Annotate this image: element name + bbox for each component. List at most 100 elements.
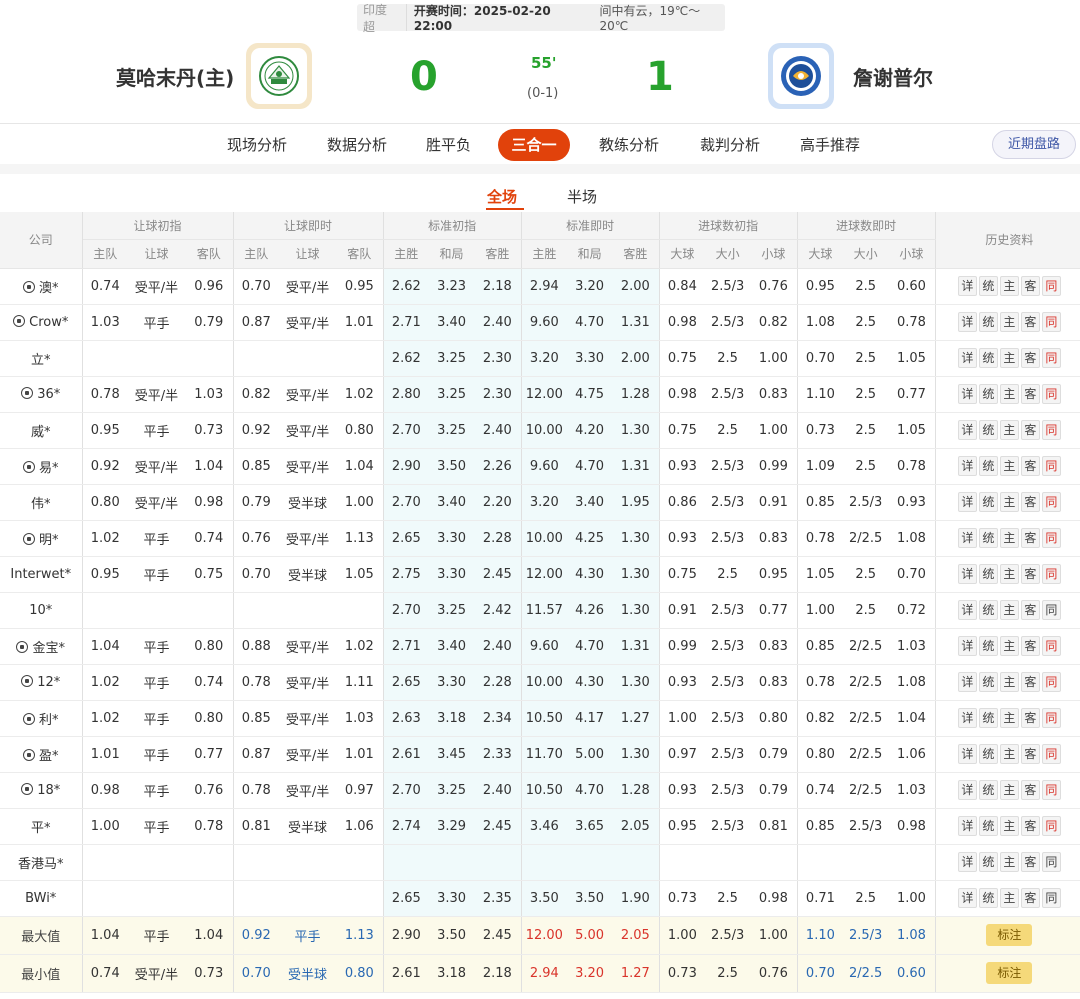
history-button[interactable]: 主 xyxy=(999,420,1019,440)
history-button[interactable]: 主 xyxy=(999,636,1019,656)
history-button[interactable]: 主 xyxy=(999,600,1019,620)
history-button[interactable]: 主 xyxy=(999,672,1019,692)
history-button[interactable]: 客 xyxy=(1020,708,1040,728)
history-button[interactable]: 客 xyxy=(1020,492,1040,512)
history-button[interactable]: 主 xyxy=(999,744,1019,764)
history-button[interactable]: 统 xyxy=(978,816,998,836)
history-button[interactable]: 详 xyxy=(957,456,977,476)
history-button[interactable]: 同 xyxy=(1041,384,1061,404)
subtab-half-time[interactable]: 半场 xyxy=(567,186,597,207)
history-button[interactable]: 统 xyxy=(978,384,998,404)
league-label[interactable]: 印度超 xyxy=(357,3,407,34)
history-button[interactable]: 统 xyxy=(978,852,998,872)
history-button[interactable]: 详 xyxy=(957,636,977,656)
company-cell[interactable]: BWi* xyxy=(0,880,83,917)
history-button[interactable]: 客 xyxy=(1020,636,1040,656)
history-button[interactable]: 详 xyxy=(957,384,977,404)
tab-three-in-one[interactable]: 三合一 xyxy=(498,129,570,161)
history-button[interactable]: 统 xyxy=(978,744,998,764)
history-button[interactable]: 主 xyxy=(999,348,1019,368)
history-button[interactable]: 详 xyxy=(957,780,977,800)
history-button[interactable]: 主 xyxy=(999,564,1019,584)
history-button[interactable]: 同 xyxy=(1041,888,1061,908)
history-button[interactable]: 统 xyxy=(978,888,998,908)
history-button[interactable]: 同 xyxy=(1041,852,1061,872)
history-button[interactable]: 主 xyxy=(999,888,1019,908)
history-button[interactable]: 客 xyxy=(1020,528,1040,548)
history-button[interactable]: 客 xyxy=(1020,600,1040,620)
company-cell[interactable]: 利* xyxy=(0,700,83,737)
company-cell[interactable]: Crow* xyxy=(0,304,83,341)
history-button[interactable]: 客 xyxy=(1020,816,1040,836)
history-button[interactable]: 客 xyxy=(1020,744,1040,764)
company-cell[interactable]: 盈* xyxy=(0,736,83,773)
history-button[interactable]: 同 xyxy=(1041,276,1061,296)
history-button[interactable]: 主 xyxy=(999,384,1019,404)
history-button[interactable]: 主 xyxy=(999,456,1019,476)
subtab-full-match[interactable]: 全场 xyxy=(487,186,517,207)
history-button[interactable]: 同 xyxy=(1041,600,1061,620)
tab-win-draw-lose[interactable]: 胜平负 xyxy=(426,129,471,161)
history-button[interactable]: 统 xyxy=(978,672,998,692)
company-cell[interactable]: 12* xyxy=(0,664,83,701)
history-button[interactable]: 统 xyxy=(978,312,998,332)
history-button[interactable]: 统 xyxy=(978,564,998,584)
history-button[interactable]: 客 xyxy=(1020,888,1040,908)
history-button[interactable]: 详 xyxy=(957,420,977,440)
history-button[interactable]: 详 xyxy=(957,744,977,764)
company-cell[interactable]: 金宝* xyxy=(0,628,83,665)
company-cell[interactable]: 易* xyxy=(0,448,83,485)
history-button[interactable]: 同 xyxy=(1041,312,1061,332)
history-button[interactable]: 主 xyxy=(999,816,1019,836)
history-button[interactable]: 详 xyxy=(957,816,977,836)
history-button[interactable]: 主 xyxy=(999,852,1019,872)
home-team-logo[interactable] xyxy=(246,43,312,109)
history-button[interactable]: 客 xyxy=(1020,348,1040,368)
tab-referee-analysis[interactable]: 裁判分析 xyxy=(700,129,760,161)
tab-live-analysis[interactable]: 现场分析 xyxy=(227,129,287,161)
company-cell[interactable]: 立* xyxy=(0,340,83,377)
tab-data-analysis[interactable]: 数据分析 xyxy=(327,129,387,161)
history-button[interactable]: 同 xyxy=(1041,708,1061,728)
history-button[interactable]: 同 xyxy=(1041,780,1061,800)
history-button[interactable]: 主 xyxy=(999,312,1019,332)
history-button[interactable]: 主 xyxy=(999,276,1019,296)
history-button[interactable]: 主 xyxy=(999,780,1019,800)
history-button[interactable]: 客 xyxy=(1020,384,1040,404)
history-button[interactable]: 统 xyxy=(978,780,998,800)
history-button[interactable]: 同 xyxy=(1041,564,1061,584)
history-button[interactable]: 客 xyxy=(1020,852,1040,872)
away-team-name[interactable]: 詹谢普尔 xyxy=(853,62,933,91)
recent-handicap-button[interactable]: 近期盘路 xyxy=(992,130,1076,159)
history-button[interactable]: 统 xyxy=(978,348,998,368)
history-button[interactable]: 统 xyxy=(978,636,998,656)
history-button[interactable]: 统 xyxy=(978,456,998,476)
tab-coach-analysis[interactable]: 教练分析 xyxy=(599,129,659,161)
company-cell[interactable]: 36* xyxy=(0,376,83,413)
company-cell[interactable]: 澳* xyxy=(0,268,83,305)
history-button[interactable]: 客 xyxy=(1020,672,1040,692)
history-button[interactable]: 同 xyxy=(1041,816,1061,836)
history-button[interactable]: 统 xyxy=(978,420,998,440)
history-button[interactable]: 客 xyxy=(1020,780,1040,800)
history-button[interactable]: 客 xyxy=(1020,456,1040,476)
mark-button[interactable]: 标注 xyxy=(986,962,1033,984)
history-button[interactable]: 详 xyxy=(957,600,977,620)
company-cell[interactable]: 香港马* xyxy=(0,844,83,881)
away-team-logo[interactable] xyxy=(768,43,834,109)
history-button[interactable]: 客 xyxy=(1020,276,1040,296)
history-button[interactable]: 详 xyxy=(957,708,977,728)
history-button[interactable]: 主 xyxy=(999,528,1019,548)
company-cell[interactable]: 平* xyxy=(0,808,83,845)
history-button[interactable]: 详 xyxy=(957,672,977,692)
company-cell[interactable]: 10* xyxy=(0,592,83,629)
history-button[interactable]: 同 xyxy=(1041,636,1061,656)
history-button[interactable]: 主 xyxy=(999,492,1019,512)
history-button[interactable]: 客 xyxy=(1020,312,1040,332)
history-button[interactable]: 统 xyxy=(978,276,998,296)
history-button[interactable]: 详 xyxy=(957,852,977,872)
mark-button[interactable]: 标注 xyxy=(986,924,1033,946)
history-button[interactable]: 详 xyxy=(957,528,977,548)
company-cell[interactable]: 威* xyxy=(0,412,83,449)
company-cell[interactable]: Interwet* xyxy=(0,556,83,593)
